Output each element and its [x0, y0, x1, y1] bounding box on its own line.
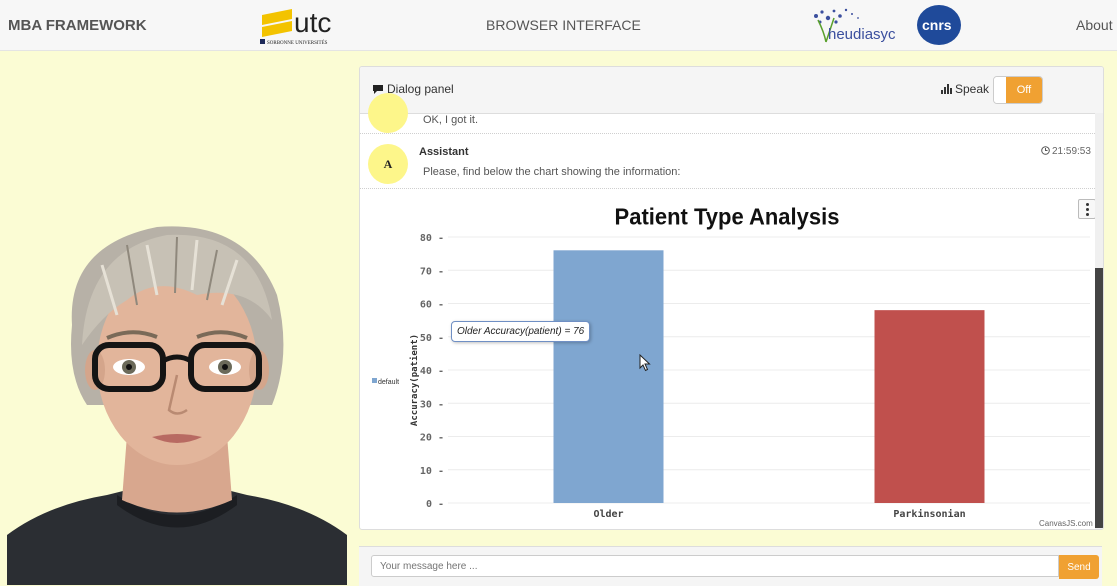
scrollbar-thumb[interactable]	[1095, 268, 1103, 528]
y-tick-label: 60 -	[420, 300, 444, 311]
chart-tooltip: Older Accuracy(patient) = 76	[451, 321, 591, 342]
bar-chart: Patient Type Analysis 0 - 10 - 20 - 30 - 40 -…	[360, 191, 1096, 529]
y-tick-label: 10 -	[420, 466, 444, 477]
equalizer-icon	[941, 84, 952, 94]
y-tick-label: 0 -	[426, 499, 444, 510]
utc-logo-subtext: SORBONNE UNIVERSITÉS	[267, 40, 328, 46]
user-avatar-bubble	[368, 93, 408, 133]
speak-toggle-state[interactable]: Off	[1006, 77, 1042, 103]
y-tick-label: 40 -	[420, 366, 444, 377]
y-tick-label: 70 -	[420, 266, 444, 277]
menu-dot	[1086, 208, 1089, 211]
chart-menu-button[interactable]	[1078, 199, 1096, 219]
virtual-agent-avatar	[7, 226, 347, 585]
speak-label-text: Speak	[955, 82, 990, 96]
mouse-cursor-icon	[639, 354, 651, 372]
chart-title: Patient Type Analysis	[615, 204, 840, 230]
dialog-scrollbar[interactable]	[1095, 113, 1103, 529]
brand-title[interactable]: MBA FRAMEWORK	[8, 17, 147, 34]
y-tick-label: 50 -	[420, 333, 444, 344]
about-link[interactable]: About	[1076, 17, 1113, 33]
speak-toggle-switch[interactable]: Off	[993, 76, 1043, 104]
dialog-panel-title-text: Dialog panel	[387, 82, 454, 96]
message-time-text: 21:59:53	[1052, 146, 1091, 157]
speak-label: Speak	[941, 82, 989, 96]
heudiasyc-logo: heudiasyc	[814, 8, 896, 43]
utc-logo-text: utc	[294, 7, 331, 38]
cnrs-logo-text: cnrs	[922, 17, 952, 33]
chart-canvas: Patient Type Analysis 0 - 10 - 20 - 30 - 40 -…	[372, 204, 1090, 520]
message-input-bar: Send	[359, 546, 1102, 586]
x-tick-label: Parkinsonian	[893, 508, 965, 520]
assistant-avatar-bubble: A	[368, 144, 408, 184]
bar-parkinsonian	[874, 310, 985, 503]
cnrs-logo: cnrs	[917, 5, 961, 45]
message-separator	[360, 133, 1095, 134]
dialog-panel: Dialog panel Speak Off OK, I got it. A A…	[359, 66, 1104, 530]
bar-older	[553, 250, 664, 503]
legend-swatch	[372, 378, 377, 383]
y-tick-label: 20 -	[420, 433, 444, 444]
top-navbar: MBA FRAMEWORK utc SORBONNE UNIVERSITÉS B…	[0, 0, 1117, 51]
x-tick-label: Older	[593, 509, 623, 520]
message-input[interactable]	[371, 555, 1059, 577]
clock-icon	[1041, 146, 1050, 155]
user-message-text: OK, I got it.	[423, 114, 479, 126]
chart-credit[interactable]: CanvasJS.com	[1039, 519, 1093, 528]
menu-dot	[1086, 203, 1089, 206]
message-separator	[360, 188, 1095, 189]
y-tick-label: 80 -	[420, 233, 444, 244]
heudiasyc-logo-text: heudiasyc	[828, 26, 896, 43]
y-tick-label: 30 -	[420, 399, 444, 410]
dialog-panel-header: Dialog panel Speak Off	[360, 67, 1103, 114]
send-button[interactable]: Send	[1059, 555, 1099, 579]
y-axis-label: Accuracy(patient)	[409, 334, 420, 426]
legend-label: default	[378, 379, 399, 386]
message-timestamp: 21:59:53	[1041, 146, 1091, 157]
assistant-message-text: Please, find below the chart showing the…	[423, 166, 681, 178]
message-author: Assistant	[419, 146, 469, 158]
browser-interface-title: BROWSER INTERFACE	[486, 17, 641, 33]
menu-dot	[1086, 213, 1089, 216]
utc-logo: utc SORBONNE UNIVERSITÉS	[260, 7, 331, 46]
toggle-knob[interactable]	[994, 77, 1006, 103]
